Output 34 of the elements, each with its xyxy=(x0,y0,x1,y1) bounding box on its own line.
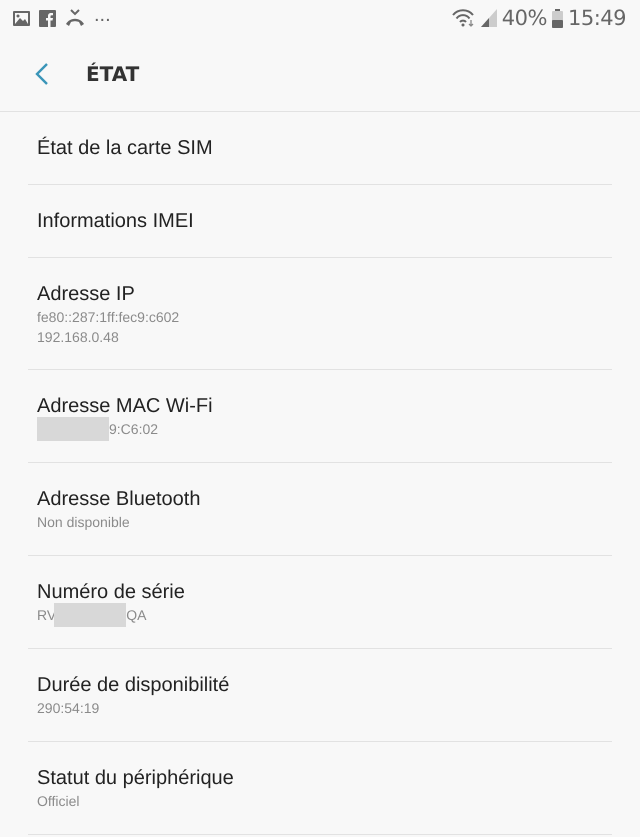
settings-item[interactable]: État de la carte SIM xyxy=(28,112,612,185)
clock: 15:49 xyxy=(568,6,626,30)
item-title: Adresse IP xyxy=(37,282,136,306)
settings-item[interactable]: Informations IMEI xyxy=(28,185,612,258)
settings-item[interactable]: Adresse Bluetooth Non disponible xyxy=(28,463,612,556)
item-value: 9:C6:02 xyxy=(109,421,158,437)
page-title: ÉTAT xyxy=(86,62,140,86)
item-title: Durée de disponibilité xyxy=(37,673,230,698)
item-value: fe80::287:1ff:fec9:c602 xyxy=(37,308,180,324)
wifi-icon xyxy=(452,9,476,27)
battery-icon xyxy=(552,8,563,28)
item-value: Non disponible xyxy=(37,514,130,530)
settings-item[interactable]: Statut du périphérique Officiel xyxy=(28,742,612,835)
back-icon xyxy=(35,62,49,86)
item-value: QA xyxy=(126,607,146,623)
item-title: Adresse MAC Wi-Fi xyxy=(37,394,214,419)
item-title: Statut du périphérique xyxy=(37,766,235,791)
item-value: 192.168.0.48 xyxy=(37,328,119,344)
item-title: Informations IMEI xyxy=(37,209,195,234)
image-icon xyxy=(13,10,30,26)
item-value: Officiel xyxy=(37,793,80,809)
signal-icon xyxy=(480,9,497,27)
settings-item[interactable]: Adresse MAC Wi-Fi 9:C6:02 xyxy=(28,370,612,463)
facebook-icon xyxy=(39,10,56,26)
settings-item[interactable]: Durée de disponibilité 290:54:19 xyxy=(28,649,612,742)
redaction-block xyxy=(37,417,109,441)
battery-percent: 40% xyxy=(502,6,547,30)
item-title: Numéro de série xyxy=(37,580,186,605)
item-value: 290:54:19 xyxy=(37,700,100,716)
missed-call-icon xyxy=(65,9,85,27)
item-title: État de la carte SIM xyxy=(37,136,214,161)
settings-item[interactable]: Adresse IP fe80::287:1ff:fec9:c602 192.168.0.48 xyxy=(28,258,612,370)
item-title: Adresse Bluetooth xyxy=(37,487,202,512)
more-notifications-text: ... xyxy=(94,5,111,25)
